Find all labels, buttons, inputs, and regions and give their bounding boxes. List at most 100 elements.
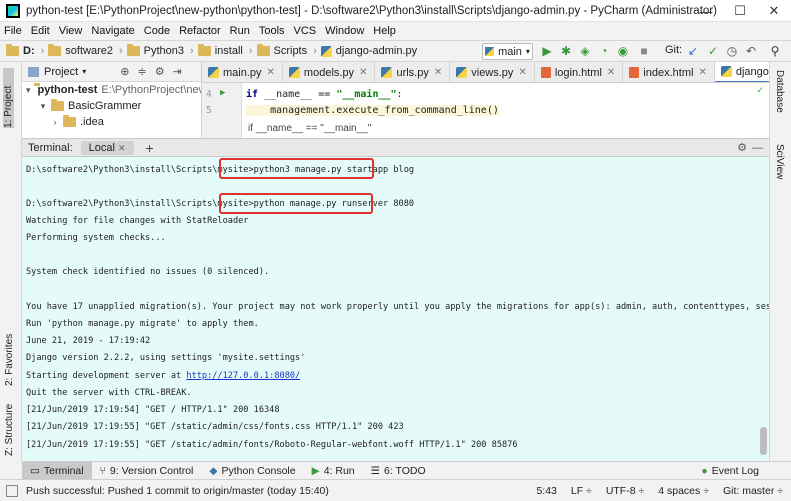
terminal-output[interactable]: D:\software2\Python3\install\Scripts\mys…	[22, 157, 769, 461]
tool-window-version-control[interactable]: ⑂ 9: Version Control	[92, 462, 202, 480]
close-icon[interactable]: ✕	[118, 143, 126, 153]
tab-django-admin-py[interactable]: django-admin.p	[714, 62, 769, 82]
terminal-line: Performing system checks...	[26, 233, 166, 243]
coverage-icon[interactable]: ◈	[578, 44, 592, 58]
git-label: Git:	[665, 44, 683, 56]
tab-index-html[interactable]: index.html ✕	[623, 62, 715, 82]
server-url-link[interactable]: http://127.0.0.1:8080/	[186, 371, 300, 381]
menu-vcs[interactable]: VCS	[294, 25, 317, 37]
close-button[interactable]: ✕	[757, 0, 791, 22]
menu-help[interactable]: Help	[373, 25, 396, 37]
menu-view[interactable]: View	[59, 25, 83, 37]
tool-window-run[interactable]: ▶ 4: Run	[304, 462, 363, 480]
status-message[interactable]: Push successful: Pushed 1 commit to orig…	[0, 485, 329, 497]
indent-setting[interactable]: 4 spaces ÷	[658, 485, 709, 497]
inspection-ok-icon[interactable]: ✓	[757, 85, 763, 96]
run-gutter-icon[interactable]: ▶	[220, 88, 225, 98]
tree-item-root[interactable]: ▾ python-test E:\PythonProject\new-pytho	[22, 82, 201, 98]
file-encoding[interactable]: UTF-8 ÷	[606, 485, 644, 497]
run-configuration-select[interactable]: main ▾	[482, 43, 533, 60]
hide-icon[interactable]: ⇥	[173, 65, 182, 78]
tool-window-event-log[interactable]: ● Event Log	[693, 462, 767, 480]
line-separator[interactable]: LF ÷	[571, 485, 592, 497]
chevron-down-icon[interactable]: ▾	[82, 67, 86, 76]
terminal-header: Terminal: Local ✕ + ⚙ —	[22, 138, 769, 157]
menu-tools[interactable]: Tools	[259, 25, 285, 37]
project-panel: Project ▾ ⊕ ≑ ⚙ ⇥ ▾ python-test E:\Pytho…	[22, 62, 202, 138]
breadcrumb-software2[interactable]: software2	[48, 44, 113, 57]
close-icon[interactable]: ✕	[434, 67, 442, 78]
stop-icon[interactable]: ■	[637, 44, 651, 58]
hide-icon[interactable]: —	[752, 142, 763, 154]
menu-file[interactable]: File	[4, 25, 22, 37]
project-view-select[interactable]: Project	[44, 66, 78, 78]
close-icon[interactable]: ✕	[359, 67, 367, 78]
terminal-line: System check identified no issues (0 sil…	[26, 267, 270, 277]
code-editor[interactable]: 4 ▶ 5 if __name__ == "__main__": managem…	[202, 83, 769, 138]
tool-window-project[interactable]: 1: Project	[3, 68, 14, 128]
folder-icon	[48, 44, 62, 56]
tool-window-favorites[interactable]: 2: Favorites	[4, 320, 15, 386]
concurrency-icon[interactable]: ◉	[616, 44, 630, 58]
menu-run[interactable]: Run	[230, 25, 250, 37]
close-icon[interactable]: ✕	[267, 67, 275, 78]
menu-window[interactable]: Window	[325, 25, 364, 37]
menu-navigate[interactable]: Navigate	[91, 25, 134, 37]
git-commit-icon[interactable]: ✓	[706, 44, 720, 58]
status-bar: Push successful: Pushed 1 commit to orig…	[0, 479, 791, 501]
window-title: python-test [E:\PythonProject\new-python…	[26, 4, 717, 17]
tab-main-py[interactable]: main.py ✕	[202, 62, 283, 82]
search-icon[interactable]: ⚲	[768, 44, 782, 58]
tab-login-html[interactable]: login.html ✕	[535, 62, 624, 82]
terminal-tab-local[interactable]: Local ✕	[80, 140, 134, 155]
terminal-line: [21/Jun/2019 17:19:55] "GET /static/admi…	[26, 422, 404, 432]
close-icon[interactable]: ✕	[607, 67, 615, 78]
folder-icon	[63, 115, 76, 127]
git-update-icon[interactable]: ↙	[686, 44, 700, 58]
git-branch[interactable]: Git: master ÷	[723, 485, 783, 497]
breadcrumb-scripts[interactable]: Scripts	[256, 44, 307, 57]
menu-edit[interactable]: Edit	[31, 25, 50, 37]
breadcrumb-install[interactable]: install	[197, 44, 243, 57]
tool-window-python-console[interactable]: ◆ Python Console	[201, 462, 303, 480]
menu-bar: File Edit View Navigate Code Refactor Ru…	[0, 22, 791, 40]
chevron-right-icon: ›	[53, 117, 57, 127]
collapse-all-icon[interactable]: ≑	[137, 65, 146, 78]
tool-window-sciview[interactable]: SciView	[774, 144, 785, 179]
breadcrumb-drive[interactable]: D:	[6, 44, 35, 57]
tree-item-basicgrammer[interactable]: ▾ BasicGrammer	[22, 98, 201, 114]
tool-window-terminal[interactable]: ▭ Terminal	[22, 461, 92, 480]
locate-icon[interactable]: ⊕	[120, 65, 129, 78]
close-icon[interactable]: ✕	[698, 67, 706, 78]
tool-window-structure[interactable]: Z: Structure	[4, 398, 15, 456]
tool-window-database[interactable]: Database	[774, 70, 785, 113]
tool-window-todo[interactable]: ☰ 6: TODO	[363, 462, 434, 480]
tree-item-idea[interactable]: › .idea	[22, 114, 201, 130]
git-history-icon[interactable]: ◷	[725, 44, 739, 58]
folder-icon	[51, 99, 64, 111]
tool-windows-toggle-icon[interactable]	[6, 485, 18, 497]
code-line: if __name__ == "__main__":	[246, 89, 403, 100]
profile-icon[interactable]: ◔	[597, 44, 611, 58]
tab-views-py[interactable]: views.py ✕	[450, 62, 535, 82]
breadcrumb-file[interactable]: django-admin.py	[320, 45, 417, 57]
tab-urls-py[interactable]: urls.py ✕	[375, 62, 451, 82]
menu-code[interactable]: Code	[144, 25, 170, 37]
terminal-scrollbar[interactable]	[760, 427, 767, 455]
folder-icon	[256, 44, 270, 56]
editor-breadcrumb[interactable]: if __name__ == "__main__"	[248, 123, 371, 134]
maximize-button[interactable]: ☐	[723, 0, 757, 22]
close-icon[interactable]: ✕	[518, 67, 526, 78]
debug-icon[interactable]: ✱	[559, 44, 573, 58]
gear-icon[interactable]: ⚙	[155, 65, 165, 78]
breadcrumb-python3[interactable]: Python3	[126, 44, 184, 57]
terminal-line: [21/Jun/2019 17:19:55] "GET /static/admi…	[26, 440, 518, 450]
minimize-button[interactable]: —	[689, 0, 723, 22]
tab-models-py[interactable]: models.py ✕	[283, 62, 376, 82]
menu-refactor[interactable]: Refactor	[179, 25, 221, 37]
caret-position[interactable]: 5:43	[536, 485, 556, 497]
run-icon[interactable]: ▶	[540, 44, 554, 58]
git-rollback-icon[interactable]: ↶	[744, 44, 758, 58]
new-terminal-icon[interactable]: +	[146, 140, 154, 156]
gear-icon[interactable]: ⚙	[737, 141, 747, 154]
